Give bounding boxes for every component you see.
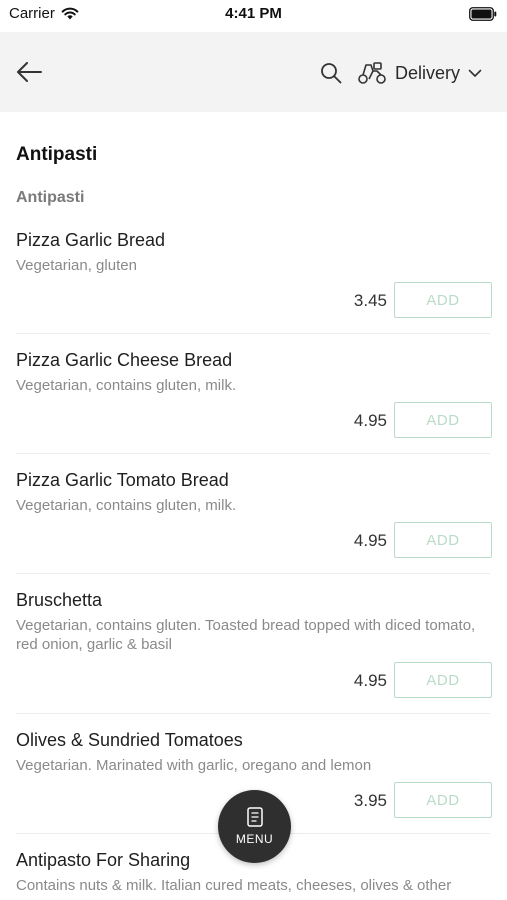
menu-item[interactable]: Pizza Garlic Tomato Bread Vegetarian, co… [0,470,507,580]
nav-bar: Delivery [0,32,507,112]
item-price: 3.45 [353,291,387,310]
item-description: Vegetarian, gluten [16,257,137,274]
add-button[interactable]: ADD [394,782,492,818]
item-name: Pizza Garlic Tomato Bread [16,470,229,490]
item-name: Pizza Garlic Bread [16,230,166,250]
item-name: Pizza Garlic Cheese Bread [16,350,233,370]
item-description: Vegetarian, contains gluten. Toasted bre… [16,617,476,653]
add-button[interactable]: ADD [394,522,492,558]
add-button[interactable]: ADD [394,662,492,698]
menu-item[interactable]: Pizza Garlic Bread Vegetarian, gluten 3.… [0,230,507,340]
item-price: 3.95 [353,791,387,810]
status-bar: Carrier 4:41 PM [0,0,507,30]
divider [16,453,490,454]
back-button[interactable] [10,54,48,90]
item-description: Vegetarian, contains gluten, milk. [16,497,237,514]
item-price: 4.95 [353,531,387,550]
item-name: Bruschetta [16,590,103,610]
search-icon [321,63,342,84]
item-price: 4.95 [353,411,387,430]
menu-item[interactable]: Bruschetta Vegetarian, contains gluten. … [0,590,507,720]
search-button[interactable] [316,58,346,88]
scooter-icon [358,62,386,84]
battery-icon [469,7,497,21]
item-name: Antipasto For Sharing [16,850,191,870]
item-name: Olives & Sundried Tomatoes [16,730,243,750]
item-price: 4.95 [353,671,387,690]
divider [16,573,490,574]
item-description: Contains nuts & milk. Italian cured meat… [16,877,452,894]
clock: 4:41 PM [225,5,282,22]
back-arrow-icon [17,62,42,82]
subsection-title: Antipasti [16,189,85,206]
menu-button-label: MENU [235,832,274,846]
menu-book-icon [246,807,263,827]
delivery-label: Delivery [395,62,461,83]
divider [16,333,490,334]
item-description: Vegetarian, contains gluten, milk. [16,377,237,394]
add-button[interactable]: ADD [394,402,492,438]
item-description: Vegetarian. Marinated with garlic, orega… [16,757,372,774]
chevron-down-icon [468,69,482,77]
menu-button[interactable]: MENU [218,790,291,863]
section-title: Antipasti [16,144,98,165]
divider [16,713,490,714]
delivery-mode-select[interactable]: Delivery [357,56,482,90]
add-button[interactable]: ADD [394,282,492,318]
menu-item[interactable]: Pizza Garlic Cheese Bread Vegetarian, co… [0,350,507,460]
